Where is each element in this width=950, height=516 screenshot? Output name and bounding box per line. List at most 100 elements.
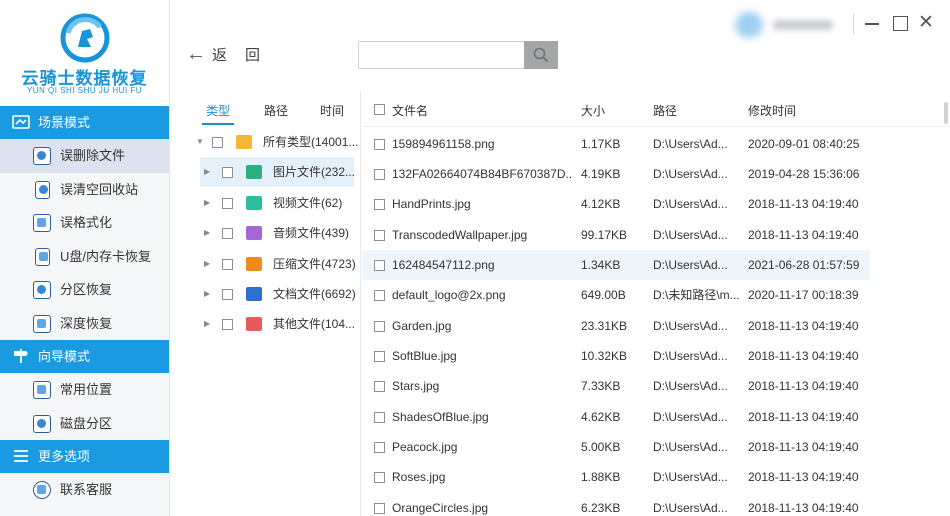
tree-node[interactable]: ▶ 视频文件(62) bbox=[186, 188, 354, 218]
row-checkbox[interactable] bbox=[374, 199, 385, 211]
expand-right-icon[interactable]: ▶ bbox=[204, 309, 210, 339]
minimize-button[interactable] bbox=[863, 14, 881, 32]
sidebar-item-label: 误删除文件 bbox=[60, 148, 126, 163]
sidebar-item-format[interactable]: 误格式化 bbox=[0, 206, 169, 240]
file-name-cell: TranscodedWallpaper.jpg bbox=[392, 227, 528, 242]
table-row[interactable]: Roses.jpg 1.88KB D:\Users\Ad... 2018-11-13 … bbox=[362, 462, 870, 492]
table-row[interactable]: ShadesOfBlue.jpg 4.62KB D:\Users\Ad... 2018… bbox=[362, 402, 870, 432]
table-row[interactable]: Garden.jpg 23.31KB D:\Users\Ad... 2018-11-1… bbox=[362, 311, 870, 341]
row-checkbox[interactable] bbox=[374, 168, 385, 180]
expand-right-icon[interactable]: ▶ bbox=[204, 218, 210, 248]
expand-down-icon[interactable]: ▼ bbox=[196, 127, 204, 157]
search-button[interactable] bbox=[524, 41, 558, 69]
archive-icon bbox=[246, 256, 262, 271]
table-row[interactable]: Peacock.jpg 5.00KB D:\Users\Ad... 2018-11-1… bbox=[362, 432, 870, 462]
table-row[interactable]: SoftBlue.jpg 10.32KB D:\Users\Ad... 2018-11… bbox=[362, 341, 870, 371]
section-wizard-mode[interactable]: 向导模式 bbox=[0, 340, 169, 373]
file-name-cell: ShadesOfBlue.jpg bbox=[392, 409, 489, 424]
user-account[interactable] bbox=[735, 12, 845, 38]
row-checkbox[interactable] bbox=[374, 472, 385, 484]
table-row[interactable]: 159894961158.png 1.17KB D:\Users\Ad... 2020… bbox=[362, 129, 870, 159]
tree-node[interactable]: ▶ 文档文件(6692) bbox=[186, 279, 356, 309]
tab-time[interactable]: 时间 bbox=[320, 102, 344, 119]
column-header-name[interactable]: 文件名 bbox=[392, 102, 428, 119]
row-checkbox[interactable] bbox=[374, 320, 385, 332]
sidebar-item-partition[interactable]: 分区恢复 bbox=[0, 273, 169, 307]
table-row[interactable]: 162484547112.png 1.34KB D:\Users\Ad... 2021… bbox=[362, 249, 870, 281]
support-icon bbox=[33, 481, 51, 499]
tree-node[interactable]: ▼ 所有类型(14001... bbox=[186, 127, 358, 157]
section-title: 更多选项 bbox=[38, 449, 91, 464]
section-scene-mode[interactable]: 场景模式 bbox=[0, 106, 169, 139]
usb-drive-icon bbox=[35, 247, 50, 266]
sidebar-item-label: 深度恢复 bbox=[60, 315, 113, 331]
section-more-options[interactable]: 更多选项 bbox=[0, 440, 169, 473]
tab-path[interactable]: 路径 bbox=[264, 102, 288, 119]
tree-node-checkbox[interactable] bbox=[222, 289, 233, 300]
expand-right-icon[interactable]: ▶ bbox=[204, 157, 210, 187]
sidebar-item-contact-support[interactable]: 联系客服 bbox=[0, 473, 169, 507]
file-path-cell: D:\Users\Ad... bbox=[653, 197, 728, 212]
sidebar-item-common-locations[interactable]: 常用位置 bbox=[0, 373, 169, 407]
column-header-size[interactable]: 大小 bbox=[581, 102, 605, 119]
file-time-cell: 2019-04-28 15:36:06 bbox=[748, 166, 860, 181]
select-all-checkbox[interactable] bbox=[374, 104, 385, 115]
scrollbar-thumb[interactable] bbox=[944, 102, 948, 124]
expand-right-icon[interactable]: ▶ bbox=[204, 279, 210, 309]
row-checkbox[interactable] bbox=[374, 411, 385, 423]
table-row[interactable]: OrangeCircles.jpg 6.23KB D:\Users\Ad... 201… bbox=[362, 493, 870, 516]
row-checkbox[interactable] bbox=[374, 442, 385, 453]
maximize-button[interactable] bbox=[891, 14, 909, 32]
tab-type[interactable]: 类型 bbox=[201, 102, 235, 125]
file-size-cell: 1.17KB bbox=[581, 136, 621, 151]
expand-right-icon[interactable]: ▶ bbox=[204, 188, 210, 218]
file-time-cell: 2018-11-13 04:19:40 bbox=[748, 409, 859, 424]
tree-node[interactable]: ▶ 压缩文件(4723) bbox=[186, 249, 356, 279]
image-icon bbox=[246, 165, 262, 180]
sidebar-item-recycle-bin[interactable]: 误清空回收站 bbox=[0, 173, 169, 207]
tree-node[interactable]: ▶ 图片文件(232... bbox=[200, 157, 355, 188]
row-checkbox[interactable] bbox=[374, 381, 385, 393]
column-header-path[interactable]: 路径 bbox=[653, 102, 677, 119]
sidebar-item-deep[interactable]: 深度恢复 bbox=[0, 307, 169, 341]
table-row[interactable]: default_logo@2x.png 649.00B D:\未知路径\m... 20… bbox=[362, 280, 870, 310]
back-button[interactable]: ← 返 回 bbox=[186, 44, 260, 64]
disk-icon bbox=[33, 414, 51, 433]
tree-node-checkbox[interactable] bbox=[222, 319, 233, 331]
tree-node[interactable]: ▶ 其他文件(104... bbox=[186, 309, 355, 339]
row-checkbox[interactable] bbox=[374, 290, 385, 302]
tree-node-checkbox[interactable] bbox=[222, 167, 233, 179]
table-row[interactable]: Stars.jpg 7.33KB D:\Users\Ad... 2018-11-13 … bbox=[362, 371, 870, 401]
column-header-modified[interactable]: 修改时间 bbox=[748, 102, 796, 119]
file-name-cell: Roses.jpg bbox=[392, 470, 446, 485]
file-list-scrollbar[interactable] bbox=[943, 100, 949, 516]
close-button[interactable]: ✕ bbox=[917, 13, 935, 32]
section-title: 向导模式 bbox=[38, 349, 91, 364]
tree-node-checkbox[interactable] bbox=[212, 137, 223, 148]
tree-node[interactable]: ▶ 音频文件(439) bbox=[186, 218, 354, 248]
table-row[interactable]: HandPrints.jpg 4.12KB D:\Users\Ad... 2018-1… bbox=[362, 189, 870, 219]
row-checkbox[interactable] bbox=[374, 229, 385, 241]
tree-node-label: 音频文件(439) bbox=[273, 226, 350, 241]
row-checkbox[interactable] bbox=[374, 138, 385, 150]
audio-icon bbox=[246, 226, 262, 241]
sidebar-item-disk-partition[interactable]: 磁盘分区 bbox=[0, 407, 169, 441]
expand-right-icon[interactable]: ▶ bbox=[204, 249, 210, 279]
row-checkbox[interactable] bbox=[374, 502, 385, 514]
tree-node-checkbox[interactable] bbox=[222, 258, 233, 270]
row-checkbox[interactable] bbox=[374, 259, 385, 271]
tree-node-checkbox[interactable] bbox=[222, 197, 233, 209]
table-row[interactable]: TranscodedWallpaper.jpg 99.17KB D:\Users\A… bbox=[362, 220, 870, 250]
table-row[interactable]: 132FA02664074B84BF670387D... 4.19KB D:\Use… bbox=[362, 159, 870, 189]
file-time-cell: 2020-09-01 08:40:25 bbox=[748, 136, 860, 151]
file-time-cell: 2018-11-13 04:19:40 bbox=[748, 440, 859, 454]
sidebar-item-usb-card[interactable]: U盘/内存卡恢复 bbox=[0, 240, 169, 274]
sidebar-item-deleted-files[interactable]: 误删除文件 bbox=[0, 139, 169, 173]
tree-node-checkbox[interactable] bbox=[222, 228, 233, 240]
search-input[interactable] bbox=[358, 41, 524, 69]
deleted-files-icon bbox=[33, 147, 51, 165]
row-checkbox[interactable] bbox=[374, 350, 385, 362]
file-name-cell: Stars.jpg bbox=[392, 379, 440, 394]
file-path-cell: D:\Users\Ad... bbox=[653, 470, 728, 485]
other-files-icon bbox=[246, 317, 262, 332]
